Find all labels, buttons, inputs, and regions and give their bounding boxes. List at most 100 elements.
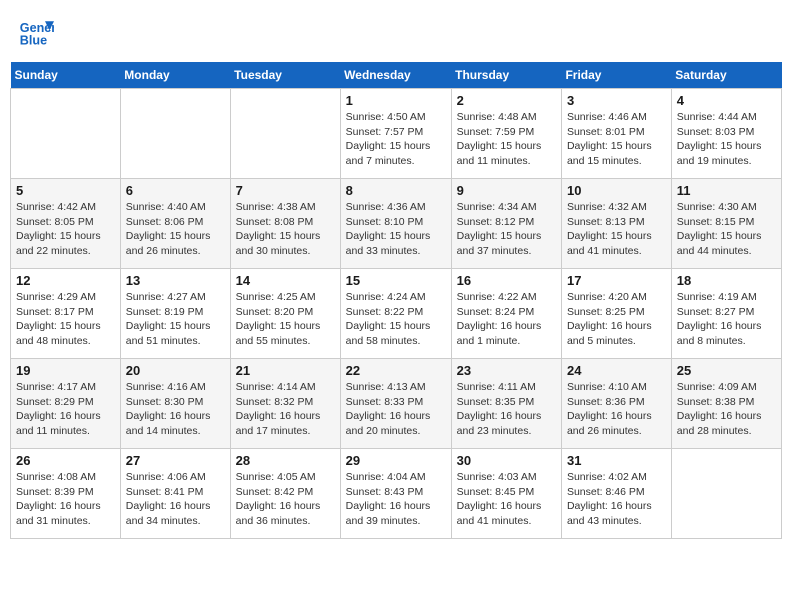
calendar-cell: 14 Sunrise: 4:25 AM Sunset: 8:20 PM Dayli… xyxy=(230,269,340,359)
logo: General Blue xyxy=(18,14,58,50)
day-info: Sunrise: 4:04 AM Sunset: 8:43 PM Dayligh… xyxy=(346,470,446,529)
day-number: 6 xyxy=(126,183,225,198)
calendar-cell xyxy=(671,449,781,539)
day-number: 5 xyxy=(16,183,115,198)
day-number: 13 xyxy=(126,273,225,288)
day-info: Sunrise: 4:06 AM Sunset: 8:41 PM Dayligh… xyxy=(126,470,225,529)
calendar-cell: 22 Sunrise: 4:13 AM Sunset: 8:33 PM Dayli… xyxy=(340,359,451,449)
day-number: 9 xyxy=(457,183,556,198)
day-info: Sunrise: 4:32 AM Sunset: 8:13 PM Dayligh… xyxy=(567,200,666,259)
day-header-saturday: Saturday xyxy=(671,62,781,89)
day-number: 19 xyxy=(16,363,115,378)
day-header-sunday: Sunday xyxy=(11,62,121,89)
day-number: 27 xyxy=(126,453,225,468)
day-info: Sunrise: 4:44 AM Sunset: 8:03 PM Dayligh… xyxy=(677,110,776,169)
page-header: General Blue xyxy=(10,10,782,54)
day-info: Sunrise: 4:14 AM Sunset: 8:32 PM Dayligh… xyxy=(236,380,335,439)
day-header-thursday: Thursday xyxy=(451,62,561,89)
day-info: Sunrise: 4:36 AM Sunset: 8:10 PM Dayligh… xyxy=(346,200,446,259)
calendar-cell: 31 Sunrise: 4:02 AM Sunset: 8:46 PM Dayli… xyxy=(561,449,671,539)
calendar-cell: 10 Sunrise: 4:32 AM Sunset: 8:13 PM Dayli… xyxy=(561,179,671,269)
calendar-cell: 28 Sunrise: 4:05 AM Sunset: 8:42 PM Dayli… xyxy=(230,449,340,539)
calendar-cell: 9 Sunrise: 4:34 AM Sunset: 8:12 PM Daylig… xyxy=(451,179,561,269)
day-header-wednesday: Wednesday xyxy=(340,62,451,89)
calendar-cell: 19 Sunrise: 4:17 AM Sunset: 8:29 PM Dayli… xyxy=(11,359,121,449)
calendar-cell: 2 Sunrise: 4:48 AM Sunset: 7:59 PM Daylig… xyxy=(451,89,561,179)
logo-icon: General Blue xyxy=(18,14,54,50)
day-info: Sunrise: 4:38 AM Sunset: 8:08 PM Dayligh… xyxy=(236,200,335,259)
calendar-cell: 26 Sunrise: 4:08 AM Sunset: 8:39 PM Dayli… xyxy=(11,449,121,539)
day-number: 18 xyxy=(677,273,776,288)
day-number: 28 xyxy=(236,453,335,468)
day-info: Sunrise: 4:27 AM Sunset: 8:19 PM Dayligh… xyxy=(126,290,225,349)
calendar-cell: 8 Sunrise: 4:36 AM Sunset: 8:10 PM Daylig… xyxy=(340,179,451,269)
calendar-cell: 11 Sunrise: 4:30 AM Sunset: 8:15 PM Dayli… xyxy=(671,179,781,269)
header-row: SundayMondayTuesdayWednesdayThursdayFrid… xyxy=(11,62,782,89)
calendar-cell: 12 Sunrise: 4:29 AM Sunset: 8:17 PM Dayli… xyxy=(11,269,121,359)
day-number: 15 xyxy=(346,273,446,288)
day-info: Sunrise: 4:29 AM Sunset: 8:17 PM Dayligh… xyxy=(16,290,115,349)
day-info: Sunrise: 4:34 AM Sunset: 8:12 PM Dayligh… xyxy=(457,200,556,259)
calendar-cell xyxy=(230,89,340,179)
week-row-2: 5Sunrise: 4:42 AM Sunset: 8:05 PM Daylig… xyxy=(11,179,782,269)
day-number: 14 xyxy=(236,273,335,288)
day-number: 2 xyxy=(457,93,556,108)
calendar-cell: 13 Sunrise: 4:27 AM Sunset: 8:19 PM Dayli… xyxy=(120,269,230,359)
day-number: 20 xyxy=(126,363,225,378)
day-number: 17 xyxy=(567,273,666,288)
day-info: Sunrise: 4:24 AM Sunset: 8:22 PM Dayligh… xyxy=(346,290,446,349)
calendar-cell: 17Sunrise: 4:20 AM Sunset: 8:25 PM Dayli… xyxy=(561,269,671,359)
day-info: Sunrise: 4:25 AM Sunset: 8:20 PM Dayligh… xyxy=(236,290,335,349)
day-info: Sunrise: 4:40 AM Sunset: 8:06 PM Dayligh… xyxy=(126,200,225,259)
day-number: 10 xyxy=(567,183,666,198)
day-header-monday: Monday xyxy=(120,62,230,89)
calendar-cell: 1Sunrise: 4:50 AM Sunset: 7:57 PM Daylig… xyxy=(340,89,451,179)
calendar-cell: 21 Sunrise: 4:14 AM Sunset: 8:32 PM Dayli… xyxy=(230,359,340,449)
day-number: 30 xyxy=(457,453,556,468)
day-info: Sunrise: 4:03 AM Sunset: 8:45 PM Dayligh… xyxy=(457,470,556,529)
day-info: Sunrise: 4:17 AM Sunset: 8:29 PM Dayligh… xyxy=(16,380,115,439)
day-info: Sunrise: 4:11 AM Sunset: 8:35 PM Dayligh… xyxy=(457,380,556,439)
day-info: Sunrise: 4:13 AM Sunset: 8:33 PM Dayligh… xyxy=(346,380,446,439)
calendar-cell: 4 Sunrise: 4:44 AM Sunset: 8:03 PM Daylig… xyxy=(671,89,781,179)
day-info: Sunrise: 4:30 AM Sunset: 8:15 PM Dayligh… xyxy=(677,200,776,259)
day-number: 29 xyxy=(346,453,446,468)
day-number: 8 xyxy=(346,183,446,198)
day-number: 11 xyxy=(677,183,776,198)
day-number: 26 xyxy=(16,453,115,468)
day-info: Sunrise: 4:09 AM Sunset: 8:38 PM Dayligh… xyxy=(677,380,776,439)
day-info: Sunrise: 4:02 AM Sunset: 8:46 PM Dayligh… xyxy=(567,470,666,529)
calendar-cell: 15 Sunrise: 4:24 AM Sunset: 8:22 PM Dayli… xyxy=(340,269,451,359)
day-info: Sunrise: 4:19 AM Sunset: 8:27 PM Dayligh… xyxy=(677,290,776,349)
week-row-3: 12 Sunrise: 4:29 AM Sunset: 8:17 PM Dayli… xyxy=(11,269,782,359)
calendar-cell: 27 Sunrise: 4:06 AM Sunset: 8:41 PM Dayli… xyxy=(120,449,230,539)
day-number: 25 xyxy=(677,363,776,378)
day-number: 24 xyxy=(567,363,666,378)
day-number: 12 xyxy=(16,273,115,288)
day-info: Sunrise: 4:08 AM Sunset: 8:39 PM Dayligh… xyxy=(16,470,115,529)
day-info: Sunrise: 4:16 AM Sunset: 8:30 PM Dayligh… xyxy=(126,380,225,439)
day-number: 4 xyxy=(677,93,776,108)
day-number: 21 xyxy=(236,363,335,378)
day-info: Sunrise: 4:22 AM Sunset: 8:24 PM Dayligh… xyxy=(457,290,556,349)
calendar-cell: 3Sunrise: 4:46 AM Sunset: 8:01 PM Daylig… xyxy=(561,89,671,179)
day-header-tuesday: Tuesday xyxy=(230,62,340,89)
week-row-1: 1Sunrise: 4:50 AM Sunset: 7:57 PM Daylig… xyxy=(11,89,782,179)
day-number: 7 xyxy=(236,183,335,198)
day-number: 31 xyxy=(567,453,666,468)
week-row-5: 26 Sunrise: 4:08 AM Sunset: 8:39 PM Dayli… xyxy=(11,449,782,539)
calendar-cell: 6 Sunrise: 4:40 AM Sunset: 8:06 PM Daylig… xyxy=(120,179,230,269)
day-number: 1 xyxy=(346,93,446,108)
day-info: Sunrise: 4:05 AM Sunset: 8:42 PM Dayligh… xyxy=(236,470,335,529)
day-number: 22 xyxy=(346,363,446,378)
calendar-cell: 5Sunrise: 4:42 AM Sunset: 8:05 PM Daylig… xyxy=(11,179,121,269)
calendar-cell xyxy=(120,89,230,179)
calendar-cell: 23Sunrise: 4:11 AM Sunset: 8:35 PM Dayli… xyxy=(451,359,561,449)
calendar-cell: 29 Sunrise: 4:04 AM Sunset: 8:43 PM Dayli… xyxy=(340,449,451,539)
calendar-cell: 30 Sunrise: 4:03 AM Sunset: 8:45 PM Dayli… xyxy=(451,449,561,539)
day-info: Sunrise: 4:48 AM Sunset: 7:59 PM Dayligh… xyxy=(457,110,556,169)
calendar-cell: 16Sunrise: 4:22 AM Sunset: 8:24 PM Dayli… xyxy=(451,269,561,359)
calendar-cell: 24 Sunrise: 4:10 AM Sunset: 8:36 PM Dayli… xyxy=(561,359,671,449)
day-info: Sunrise: 4:10 AM Sunset: 8:36 PM Dayligh… xyxy=(567,380,666,439)
day-info: Sunrise: 4:46 AM Sunset: 8:01 PM Dayligh… xyxy=(567,110,666,169)
